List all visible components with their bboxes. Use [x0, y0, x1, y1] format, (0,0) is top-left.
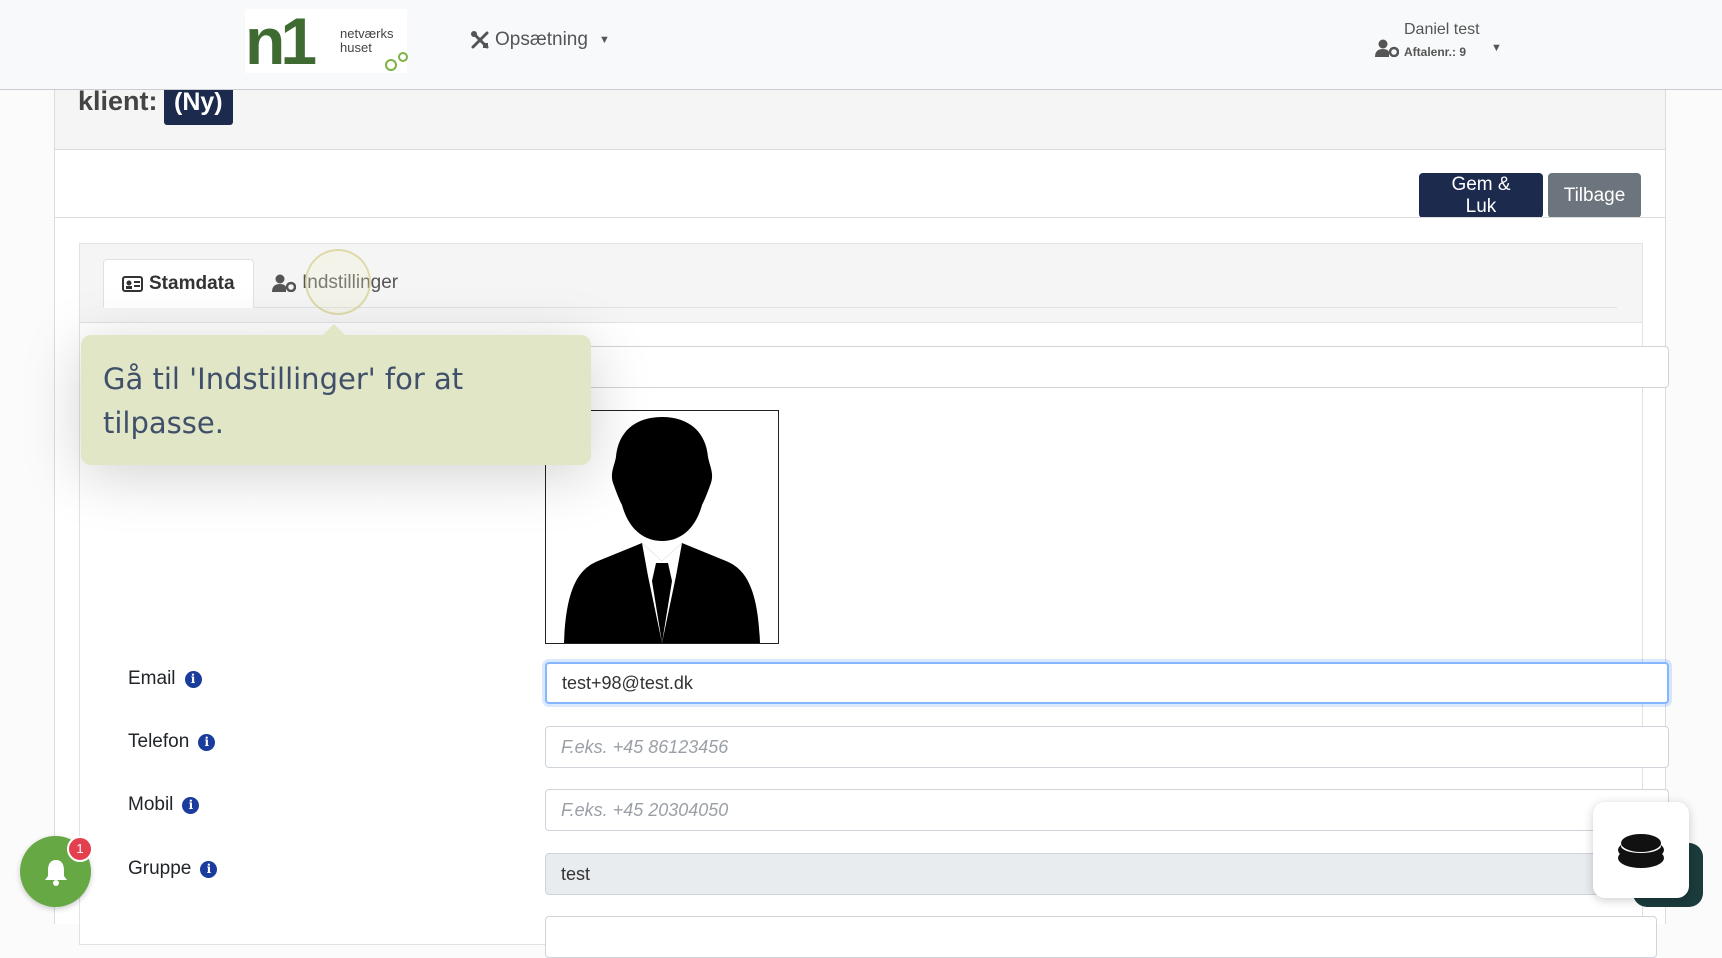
next-field[interactable]: [545, 916, 1657, 958]
logo-dots-icon: [385, 52, 408, 71]
tab-indstillinger[interactable]: Indstillinger: [254, 259, 416, 307]
back-button[interactable]: Tilbage: [1548, 173, 1641, 218]
bell-icon: [44, 859, 67, 886]
name-field[interactable]: [545, 346, 1669, 388]
setup-menu[interactable]: Opsætning ▼: [470, 29, 610, 51]
info-icon[interactable]: i: [184, 670, 202, 688]
logo-text-line1: netværks: [340, 26, 394, 41]
mobile-label: Mobil: [128, 794, 174, 815]
chevron-down-icon: ▼: [1491, 42, 1502, 54]
phone-label: Telefon: [128, 731, 190, 752]
info-icon[interactable]: i: [198, 733, 216, 751]
tab-stamdata-label: Stamdata: [149, 272, 235, 294]
logo-mark: n1: [245, 4, 317, 78]
chevron-down-icon: ▼: [598, 34, 610, 46]
agreement-number: 9: [1459, 45, 1467, 59]
mobile-label-row: Mobil i: [128, 794, 200, 816]
id-card-icon: [122, 275, 143, 292]
chat-widget-button[interactable]: [1593, 802, 1689, 898]
tabs-bar: Stamdata Indstillinger: [80, 244, 1642, 323]
tab-stamdata[interactable]: Stamdata: [103, 259, 254, 308]
agreement-number-text: Aftalenr.: 9: [1404, 45, 1466, 59]
email-field[interactable]: [545, 662, 1669, 704]
page-title: klient:: [78, 86, 158, 116]
agreement-label: Aftalenr.:: [1404, 45, 1457, 59]
group-label-row: Gruppe i: [128, 858, 218, 880]
phone-field[interactable]: [545, 726, 1669, 768]
group-field[interactable]: [545, 853, 1669, 895]
info-icon[interactable]: i: [182, 796, 200, 814]
user-cog-icon: [272, 274, 296, 292]
notification-count-badge: 1: [67, 836, 93, 862]
info-icon[interactable]: i: [200, 860, 218, 878]
tab-indstillinger-label: Indstillinger: [302, 272, 399, 293]
toolbar-divider: [55, 217, 1665, 218]
chat-stack-icon: [1618, 834, 1664, 868]
tooltip-text: Gå til 'Indstillinger' for at tilpasse.: [103, 362, 464, 440]
save-close-button[interactable]: Gem & Luk: [1419, 173, 1543, 218]
mobile-field[interactable]: [545, 789, 1669, 831]
top-navbar: n1 netværks huset Opsætning ▼ Daniel tes…: [0, 0, 1722, 90]
group-label: Gruppe: [128, 858, 192, 879]
phone-label-row: Telefon i: [128, 731, 216, 753]
email-label-row: Email i: [128, 668, 202, 690]
user-name: Daniel test: [1404, 21, 1480, 38]
tabs-divider: [103, 307, 1617, 308]
notifications-button[interactable]: 1: [20, 836, 93, 907]
email-label: Email: [128, 668, 176, 689]
user-cog-icon: [1375, 39, 1399, 57]
netvaerkshuset-logo[interactable]: n1 netværks huset: [245, 5, 408, 77]
onboarding-tooltip: Gå til 'Indstillinger' for at tilpasse.: [81, 324, 591, 465]
setup-menu-label: Opsætning: [495, 29, 588, 50]
tools-icon: [471, 31, 489, 49]
